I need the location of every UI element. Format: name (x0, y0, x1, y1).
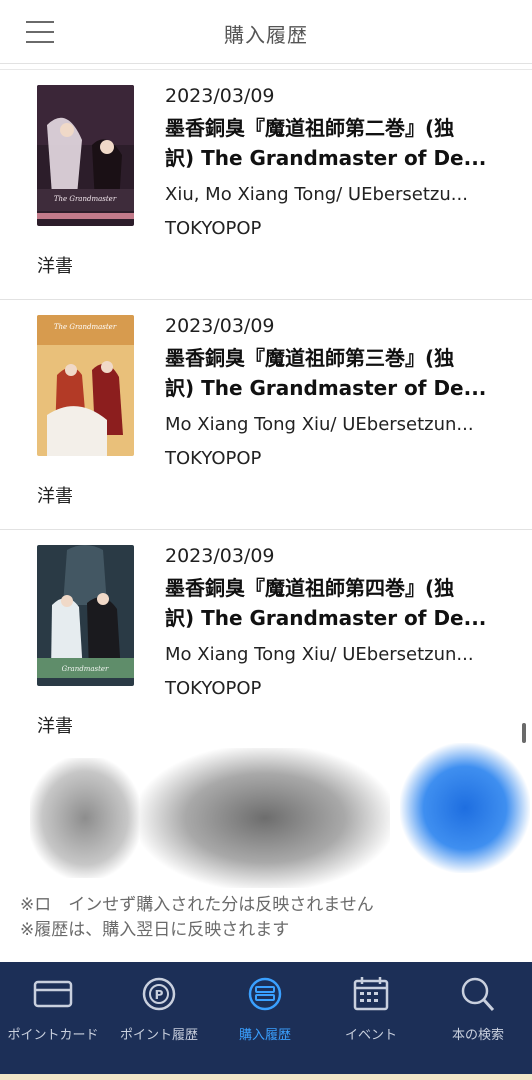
item-info: 2023/03/09 墨香銅臭『魔道祖師第四巻』(独 訳) The Grandm… (165, 543, 504, 702)
book-title[interactable]: 墨香銅臭『魔道祖師第四巻』(独 訳) The Grandmaster of De… (165, 573, 504, 633)
book-publisher: TOKYOPOP (165, 448, 262, 469)
tab-point-history[interactable]: P ポイント履歴 (106, 962, 212, 1054)
card-icon (33, 980, 73, 1008)
note-line: ※ロ インせず購入された分は反映されません (20, 895, 374, 915)
app-header: 購入履歴 (0, 0, 532, 64)
page-title: 購入履歴 (224, 23, 308, 47)
book-author: Xiu, Mo Xiang Tong/ UEbersetzu... (165, 184, 468, 205)
tab-label: イベント (344, 1028, 397, 1043)
book-title[interactable]: 墨香銅臭『魔道祖師第三巻』(独 訳) The Grandmaster of De… (165, 343, 504, 403)
purchase-history-list: The Grandmaster 2023/03/09 墨香銅臭『魔道祖師第二巻』… (0, 64, 532, 759)
obscured-banner (0, 738, 532, 888)
book-author: Mo Xiang Tong Xiu/ UEbersetzun... (165, 644, 474, 665)
tab-event[interactable]: イベント (318, 962, 424, 1054)
bottom-tab-bar: ポイントカード P ポイント履歴 購入履歴 イベント 本の検索 (0, 962, 532, 1080)
book-category: 洋書 (37, 486, 73, 507)
book-author: Mo Xiang Tong Xiu/ UEbersetzun... (165, 414, 474, 435)
list-item[interactable]: The Grandmaster 2023/03/09 墨香銅臭『魔道祖師第三巻』… (0, 299, 532, 529)
note-line: ※履歴は、購入翌日に反映されます (20, 920, 290, 940)
book-title[interactable]: 墨香銅臭『魔道祖師第二巻』(独 訳) The Grandmaster of De… (165, 113, 504, 173)
history-notes: ※ロ インせず購入された分は反映されません ※履歴は、購入翌日に反映されます (20, 893, 374, 943)
tab-label: 本の検索 (451, 1028, 504, 1043)
list-item[interactable]: The Grandmaster 2023/03/09 墨香銅臭『魔道祖師第二巻』… (0, 69, 532, 299)
purchase-history-icon (248, 977, 282, 1011)
book-publisher: TOKYOPOP (165, 218, 262, 239)
tab-point-card[interactable]: ポイントカード (0, 962, 106, 1054)
home-indicator-strip (0, 1074, 532, 1080)
purchase-date: 2023/03/09 (165, 315, 275, 337)
book-cover-image[interactable]: The Grandmaster (37, 315, 134, 456)
svg-text:Grandmaster: Grandmaster (62, 665, 109, 673)
book-cover-image[interactable]: Grandmaster (37, 545, 134, 686)
tab-label: 購入履歴 (238, 1028, 291, 1043)
tab-book-search[interactable]: 本の検索 (424, 962, 532, 1054)
item-info: 2023/03/09 墨香銅臭『魔道祖師第三巻』(独 訳) The Grandm… (165, 313, 504, 472)
search-icon (461, 977, 495, 1012)
book-publisher: TOKYOPOP (165, 678, 262, 699)
book-cover-image[interactable]: The Grandmaster (37, 85, 134, 226)
tab-purchase-history[interactable]: 購入履歴 (212, 962, 318, 1054)
list-item[interactable]: Grandmaster 2023/03/09 墨香銅臭『魔道祖師第四巻』(独 訳… (0, 529, 532, 759)
tab-label: ポイント履歴 (119, 1028, 198, 1043)
purchase-date: 2023/03/09 (165, 545, 275, 567)
calendar-icon (353, 977, 389, 1011)
point-history-icon: P (142, 977, 176, 1011)
svg-text:The Grandmaster: The Grandmaster (54, 323, 117, 331)
purchase-date: 2023/03/09 (165, 85, 275, 107)
svg-text:P: P (155, 988, 164, 1002)
svg-text:The Grandmaster: The Grandmaster (54, 195, 117, 203)
tab-label: ポイントカード (7, 1028, 99, 1043)
item-info: 2023/03/09 墨香銅臭『魔道祖師第二巻』(独 訳) The Grandm… (165, 83, 504, 242)
book-category: 洋書 (37, 716, 73, 737)
book-category: 洋書 (37, 256, 73, 277)
